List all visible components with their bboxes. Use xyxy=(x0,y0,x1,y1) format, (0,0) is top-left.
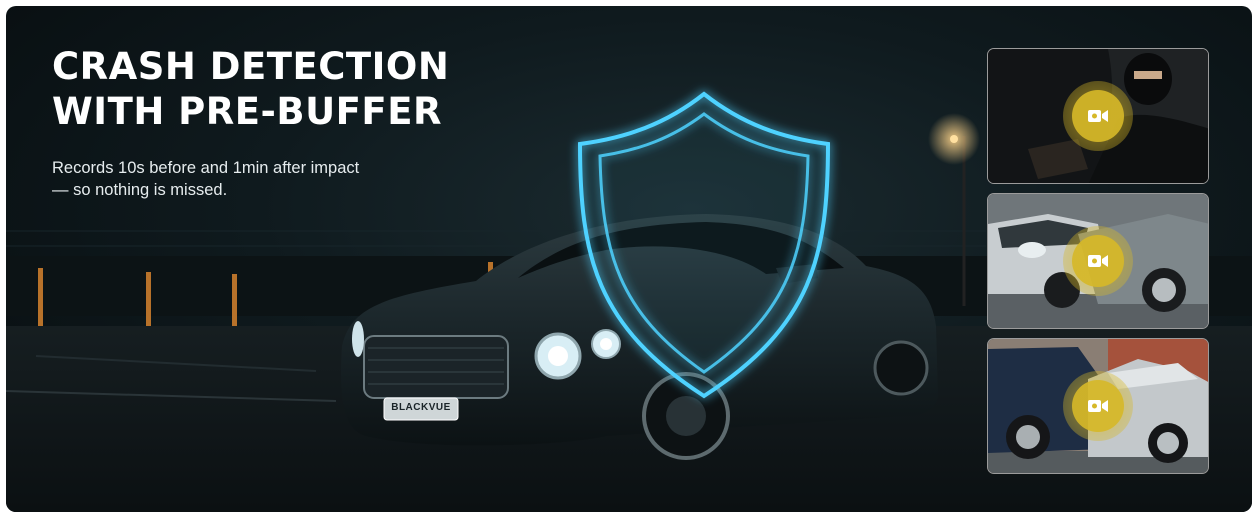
headline-line-2: WITH PRE-BUFFER xyxy=(52,90,442,133)
record-badge xyxy=(1063,371,1133,441)
subheadline-line-1: Records 10s before and 1min after impact xyxy=(52,159,360,177)
crash-detection-banner: BLACKVUE CRASH DETECTION WITH PRE-BUFFER… xyxy=(6,6,1252,512)
video-record-icon xyxy=(1088,400,1108,412)
license-plate-label: BLACKVUE xyxy=(391,402,451,413)
video-record-icon xyxy=(1088,255,1108,267)
headline: CRASH DETECTION WITH PRE-BUFFER xyxy=(52,44,449,134)
subheadline-line-2: — so nothing is missed. xyxy=(52,181,228,199)
record-badge xyxy=(1063,226,1133,296)
video-record-icon xyxy=(1088,110,1108,122)
record-badge xyxy=(1063,81,1133,151)
subheadline: Records 10s before and 1min after impact… xyxy=(52,157,359,201)
event-thumbnails xyxy=(987,48,1209,483)
thumbnail-rear-collision xyxy=(987,338,1209,474)
headline-line-1: CRASH DETECTION xyxy=(52,45,450,88)
thumbnail-break-in xyxy=(987,48,1209,184)
thumbnail-side-collision xyxy=(987,193,1209,329)
